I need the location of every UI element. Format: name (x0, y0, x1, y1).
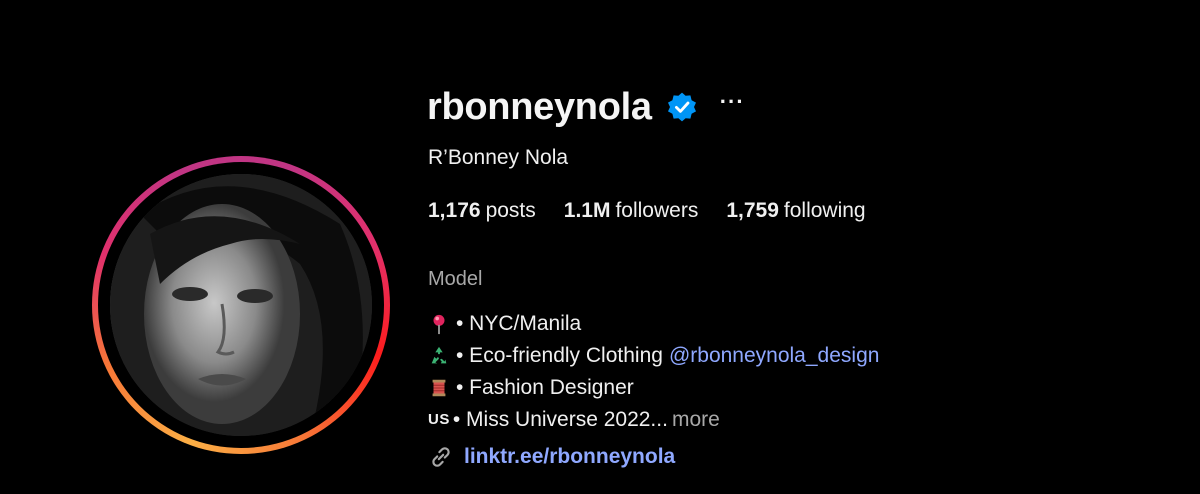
link-icon (432, 447, 450, 467)
posts-label: posts (485, 199, 536, 222)
profile-category: Model (428, 268, 483, 290)
bio-line: • Fashion Designer (428, 372, 879, 404)
story-ring[interactable] (92, 156, 390, 454)
more-options-button[interactable]: ··· (720, 89, 745, 115)
avatar-portrait-image (110, 174, 372, 436)
full-name: R’Bonney Nola (428, 146, 569, 169)
username: rbonneynola (427, 85, 652, 128)
bio-title: • Miss Universe 2022... (452, 408, 668, 431)
followers-label: followers (615, 199, 699, 222)
verified-badge-icon (667, 92, 696, 122)
bio: • NYC/Manila • Eco-friendly Clothing @rb… (428, 308, 879, 436)
following-count: 1,759 (726, 199, 779, 222)
bio-line: US • Miss Universe 2022... more (428, 404, 879, 436)
posts-stat[interactable]: 1,176 posts (428, 199, 536, 223)
bio-clothing: • Eco-friendly Clothing (456, 344, 663, 367)
username-row: rbonneynola ··· (427, 82, 745, 132)
pin-icon (433, 314, 445, 335)
bio-designer: • Fashion Designer (456, 376, 634, 399)
following-label: following (783, 199, 866, 222)
recycle-icon (431, 346, 447, 364)
external-link-text: linktr.ee/rbonneynola (464, 445, 676, 468)
bio-mention-link[interactable]: @rbonneynola_design (669, 340, 879, 372)
bio-location: • NYC/Manila (456, 312, 582, 335)
followers-stat[interactable]: 1.1M followers (564, 199, 699, 223)
external-link[interactable]: linktr.ee/rbonneynola (428, 444, 675, 470)
bio-more-link[interactable]: more (672, 404, 720, 436)
following-stat[interactable]: 1,759 following (726, 199, 865, 223)
avatar[interactable] (110, 174, 372, 436)
thread-icon (432, 379, 446, 397)
posts-count: 1,176 (428, 199, 481, 222)
followers-count: 1.1M (563, 199, 611, 222)
profile-page: rbonneynola ··· R’Bonney Nola 1,176 posts… (0, 0, 1200, 494)
bio-line: • NYC/Manila (428, 308, 879, 340)
us-flag-text: US (428, 411, 450, 428)
bio-line: • Eco-friendly Clothing @rbonneynola_des… (428, 340, 879, 372)
profile-stats: 1,176 posts 1.1M followers 1,759 following (428, 199, 866, 223)
